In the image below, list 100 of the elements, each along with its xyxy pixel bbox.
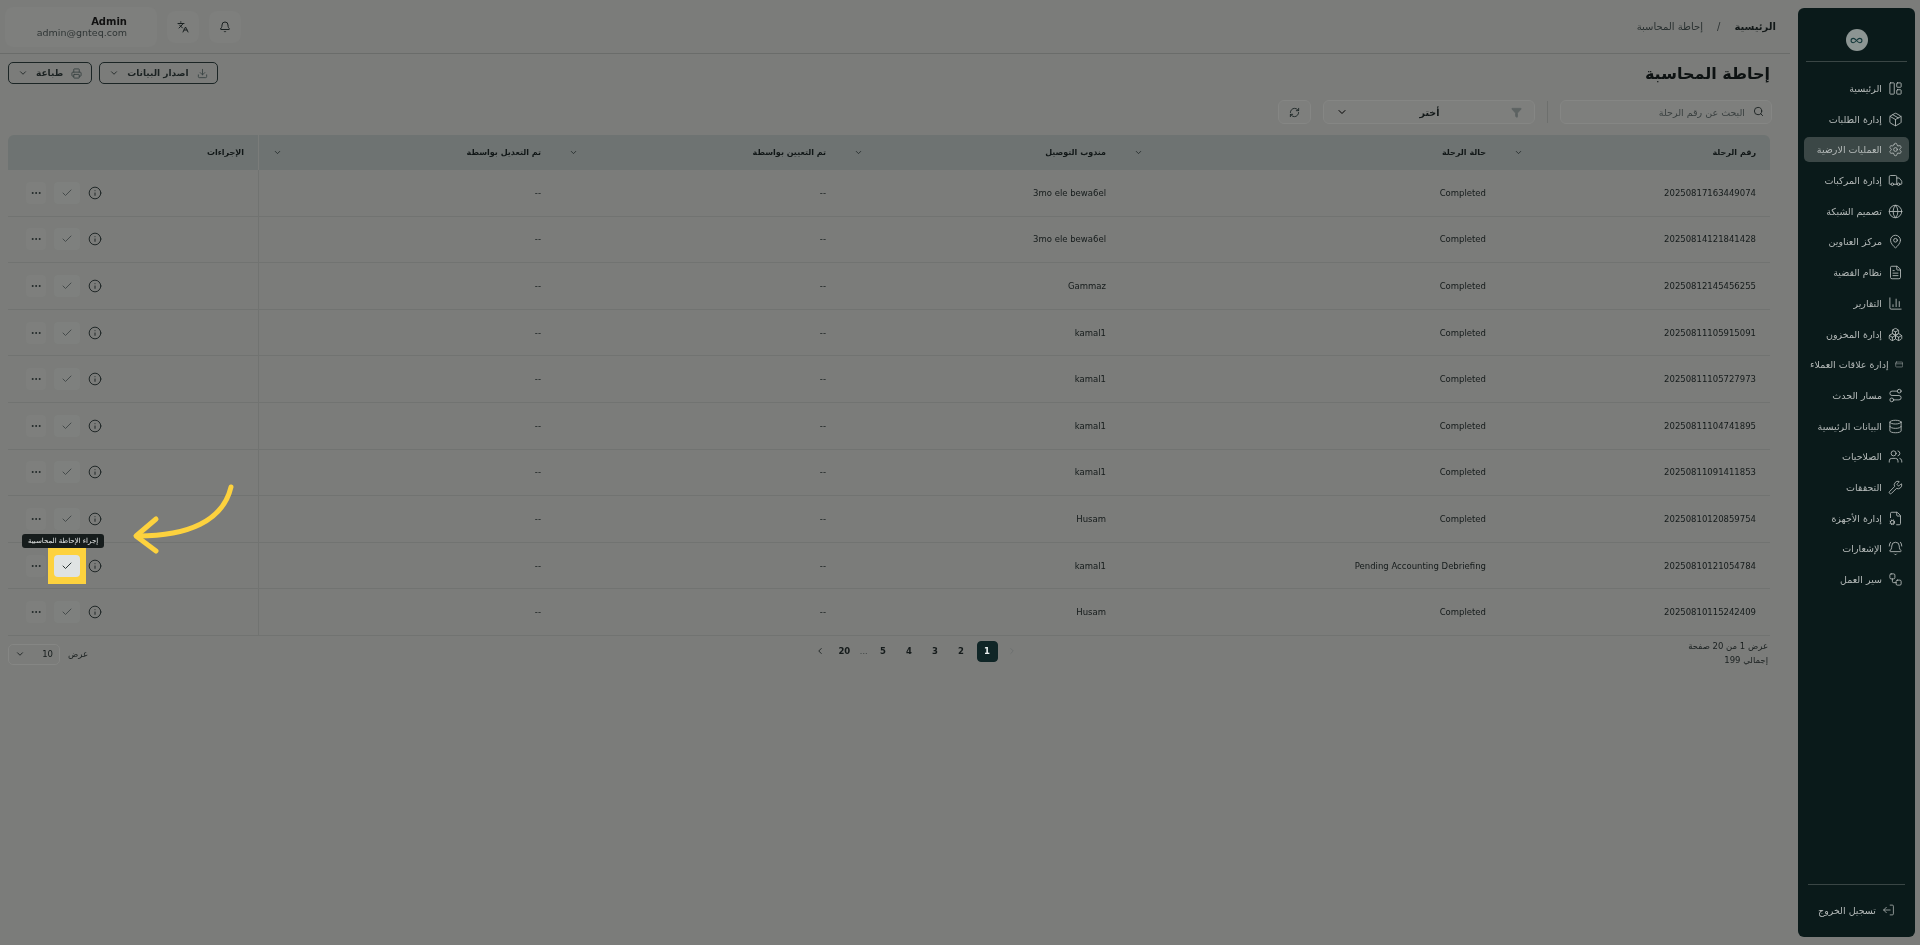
approve-button[interactable] [54, 275, 80, 297]
trip-status: Completed [1439, 467, 1486, 478]
trip-number: 20250811091411853 [1664, 467, 1756, 478]
trip-number: 20250811105727973 [1664, 374, 1756, 385]
sidebar-item[interactable]: البيانات الرئيسية [1804, 413, 1909, 439]
sidebar-item[interactable]: العمليات الارضية [1804, 137, 1909, 163]
caret-icon [18, 68, 28, 78]
approve-button[interactable] [54, 321, 80, 344]
sort-caret-icon[interactable] [569, 148, 578, 157]
page-summary: عرض 1 من 20 صفحة [1688, 640, 1768, 651]
info-icon[interactable] [88, 185, 102, 200]
page-button[interactable]: 2 [950, 640, 972, 662]
trip-status: Completed [1439, 513, 1486, 524]
driver-name: Husam [1076, 607, 1106, 618]
modified-by: -- [534, 327, 541, 338]
modified-by: -- [534, 281, 541, 291]
sidebar-item[interactable]: الصلاحيات [1804, 444, 1909, 470]
trip-number: 20250810121054784 [1664, 560, 1756, 571]
info-icon[interactable] [88, 418, 102, 433]
sort-caret-icon[interactable] [1134, 148, 1143, 157]
refresh-button[interactable] [1278, 100, 1311, 124]
info-icon[interactable] [88, 558, 102, 573]
assigned-by: -- [819, 187, 826, 198]
page-ellipsis: ... [859, 646, 868, 656]
approve-button[interactable] [54, 507, 80, 530]
sidebar-item[interactable]: إدارة الأجهزة [1804, 505, 1909, 531]
column-header: الإجراءات [206, 148, 244, 157]
sidebar-item[interactable]: مركز العناوين [1804, 229, 1909, 255]
page-button[interactable]: 20 [833, 640, 855, 662]
user-email: admin@gnteq.com [36, 26, 127, 38]
sort-caret-icon[interactable] [1514, 148, 1523, 157]
approve-button[interactable] [54, 461, 80, 484]
breadcrumb-separator: / [1717, 21, 1721, 32]
sidebar-item[interactable]: إدارة الطلبات [1804, 106, 1909, 132]
modified-by: -- [534, 374, 541, 385]
filter-select[interactable]: أختر [1323, 100, 1535, 124]
page-button[interactable]: 1 [976, 640, 998, 662]
approve-button[interactable] [54, 368, 80, 391]
info-icon[interactable] [88, 465, 102, 480]
sidebar-item[interactable]: مسار الحدث [1804, 382, 1909, 408]
approve-button[interactable] [54, 228, 80, 251]
info-icon[interactable] [88, 511, 102, 526]
sidebar-item[interactable]: التحققات [1804, 474, 1909, 500]
logout-icon [1881, 903, 1895, 917]
sidebar-item[interactable]: سير العمل [1804, 567, 1909, 592]
sidebar-item[interactable]: إدارة علاقات العملاء [1804, 352, 1909, 378]
sidebar-item[interactable]: تصميم الشبكة [1804, 198, 1909, 224]
page-button[interactable]: 3 [924, 640, 946, 662]
filter-icon [1511, 106, 1522, 118]
driver-name: Husam [1076, 513, 1106, 524]
trip-number: 20250812145456255 [1664, 281, 1756, 291]
refresh-icon [1289, 106, 1300, 118]
page-button[interactable]: 4 [898, 640, 920, 662]
database-icon [1888, 418, 1903, 434]
info-icon[interactable] [88, 232, 102, 247]
sort-caret-icon[interactable] [854, 148, 863, 157]
sidebar-item[interactable]: إدارة المخزون [1804, 321, 1909, 347]
trip-status: Completed [1439, 420, 1486, 431]
breadcrumb-link[interactable]: الرئيسية [1734, 21, 1776, 32]
approve-button[interactable] [54, 554, 80, 577]
info-icon[interactable] [88, 325, 102, 340]
approve-button[interactable] [54, 601, 80, 624]
assigned-by: -- [819, 420, 826, 431]
modified-by: -- [534, 420, 541, 431]
assigned-by: -- [819, 560, 826, 571]
sidebar-item[interactable]: الإشعارات [1804, 536, 1909, 562]
modified-by: -- [534, 607, 541, 618]
gear-icon [1888, 142, 1903, 158]
column-header: مندوب التوصيل [1045, 148, 1106, 157]
info-icon[interactable] [88, 372, 102, 387]
sort-caret-icon[interactable] [273, 148, 282, 157]
sidebar-item[interactable]: إدارة المركبات [1804, 168, 1909, 194]
driver-name: kamal1 [1074, 420, 1106, 431]
logout-link[interactable]: تسجيل الخروج [1804, 903, 1909, 917]
logo-icon [1845, 29, 1868, 51]
info-icon[interactable] [88, 605, 102, 620]
translate-icon [177, 20, 189, 33]
sidebar-item[interactable]: التقارير [1804, 290, 1909, 316]
approve-button[interactable] [54, 414, 80, 437]
export-button[interactable]: اصدار البيانات [99, 62, 218, 84]
modified-by: -- [534, 560, 541, 571]
sidebar-item[interactable]: نظام القضية [1804, 260, 1909, 286]
trip-status: Completed [1439, 234, 1486, 245]
total-count: إجمالي 199 [1723, 654, 1768, 665]
column-header: رقم الرحلة [1712, 148, 1756, 157]
printer-icon [71, 67, 83, 79]
page-size-select[interactable]: 10 [8, 643, 60, 665]
sidebar-item[interactable]: الرئيسية [1804, 76, 1909, 101]
search-field[interactable]: البحث عن رقم الرحلة [1560, 100, 1772, 124]
panels-icon [1888, 81, 1903, 96]
page-button[interactable]: 5 [872, 640, 894, 662]
info-icon[interactable] [88, 279, 102, 293]
trip-number: 20250811104741895 [1664, 420, 1756, 431]
approve-button[interactable] [54, 181, 80, 204]
workflow-icon [1888, 572, 1903, 587]
print-button[interactable]: طباعة [8, 62, 93, 84]
trip-status: Completed [1439, 187, 1486, 198]
bell-icon [1888, 541, 1903, 557]
user-name: Admin [91, 15, 127, 27]
trip-number: 20250811105915091 [1664, 327, 1756, 338]
